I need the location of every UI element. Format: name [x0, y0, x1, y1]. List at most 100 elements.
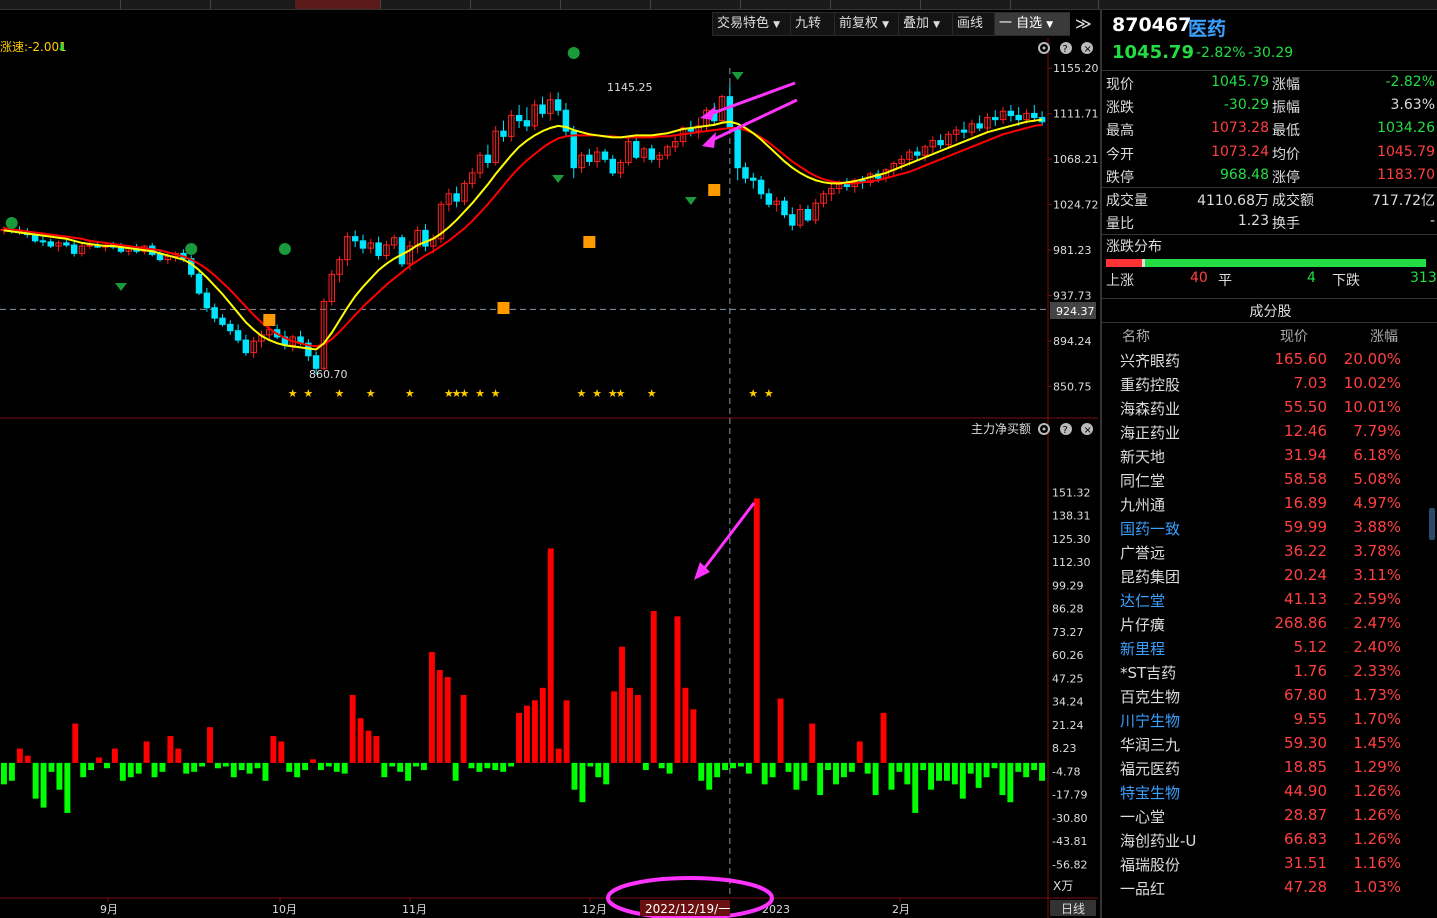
window-tab[interactable] [650, 0, 741, 9]
constituent-change: 20.00% [1343, 350, 1401, 368]
constituent-row[interactable]: 福元医药 18.85 1.29% [1102, 756, 1437, 780]
trade-feature-button[interactable]: 交易特色 ▼ [712, 12, 792, 36]
net-buy-bar [428, 652, 435, 763]
constituent-row[interactable]: 一心堂 28.87 1.26% [1102, 804, 1437, 828]
quote-row: 今开 1073.24 均价 1045.79 [1102, 142, 1437, 165]
buy-signal-icon [708, 184, 721, 196]
kline-chart[interactable]: 1155.20 1111.71 1068.21 1024.72 981.23 937.73… [0, 38, 1098, 918]
net-buy-bar [650, 610, 657, 763]
constituent-row[interactable]: 海正药业 12.46 7.79% [1102, 420, 1437, 444]
constituent-price: 5.12 [1293, 638, 1327, 656]
constituent-row[interactable]: 新天地 31.94 6.18% [1102, 444, 1437, 468]
constituent-row[interactable]: 同仁堂 58.58 5.08% [1102, 468, 1437, 492]
net-buy-tick-label: 73.27 [1052, 626, 1084, 639]
window-tab[interactable] [470, 0, 561, 9]
close-icon[interactable]: × [1081, 423, 1093, 436]
constituent-name: 特宝生物 [1120, 784, 1181, 802]
window-tab[interactable] [120, 0, 211, 9]
net-buy-bar [460, 694, 467, 763]
star-icon: ★ [303, 387, 313, 400]
window-tab[interactable] [0, 0, 121, 9]
net-buy-bar [539, 687, 546, 763]
constituent-row[interactable]: 九州通 16.89 4.97% [1102, 492, 1437, 516]
expand-panel-icon[interactable]: ≫ [1070, 12, 1100, 36]
window-tab[interactable] [1010, 0, 1099, 9]
price-tick-label: 937.73 [1053, 289, 1092, 302]
net-buy-tick-label: 151.32 [1052, 486, 1091, 499]
quote-value: 968.48 [1220, 166, 1269, 183]
net-buy-bar [825, 762, 832, 771]
col-change-header[interactable]: 涨幅 [1370, 326, 1398, 346]
watchlist-button[interactable]: 一 自选 ▼ [994, 12, 1074, 36]
breadth-down-label: 下跌 [1332, 273, 1360, 289]
constituent-row[interactable]: 福瑞股份 31.51 1.16% [1102, 852, 1437, 876]
draw-line-button[interactable]: 画线 [952, 12, 998, 36]
constituent-row[interactable]: 昆药集团 20.24 3.11% [1102, 564, 1437, 588]
constituent-row[interactable]: 华润三九 59.30 1.45% [1102, 732, 1437, 756]
constituent-change: 1.26% [1353, 830, 1401, 848]
constituent-row[interactable]: 百克生物 67.80 1.73% [1102, 684, 1437, 708]
net-buy-tick-label: 138.31 [1052, 510, 1091, 523]
window-tab[interactable] [210, 0, 296, 9]
candle-body [913, 151, 921, 156]
scrollbar-thumb[interactable] [1429, 508, 1435, 540]
window-tab-active[interactable] [295, 0, 381, 9]
col-price-header[interactable]: 现价 [1280, 326, 1308, 346]
x-axis-label: 12月 [582, 903, 607, 916]
candle-body [609, 158, 617, 174]
constituent-change: 3.11% [1353, 566, 1401, 584]
candle-body [515, 114, 523, 122]
overlay-button[interactable]: 叠加 ▼ [898, 12, 954, 36]
constituent-row[interactable]: 海创药业-U 66.83 1.26% [1102, 828, 1437, 852]
constituent-row[interactable]: 广誉远 36.22 3.78% [1102, 540, 1437, 564]
quote-row: 现价 1045.79 涨幅 -2.82% [1102, 72, 1437, 95]
net-buy-tick-label: -43.81 [1052, 835, 1087, 848]
net-buy-bar [642, 762, 649, 771]
col-name-header[interactable]: 名称 [1122, 326, 1150, 346]
constituent-name: 昆药集团 [1120, 568, 1181, 586]
quote-label: 涨幅 [1272, 77, 1300, 93]
window-tab[interactable] [830, 0, 921, 9]
window-tab[interactable] [920, 0, 1011, 9]
dropdown-icon: ▼ [773, 20, 781, 30]
net-buy-bar [16, 748, 23, 763]
star-icon: ★ [764, 387, 774, 400]
constituent-row[interactable]: 一品红 47.28 1.03% [1102, 876, 1437, 900]
constituent-row[interactable]: 兴齐眼药 165.60 20.00% [1102, 348, 1437, 372]
window-tab[interactable] [380, 0, 471, 9]
price-tick-label: 1111.71 [1053, 108, 1098, 121]
constituent-row[interactable]: 特宝生物 44.90 1.26% [1102, 780, 1437, 804]
candle-body [992, 117, 999, 121]
window-tab[interactable] [740, 0, 831, 9]
quote-label: 跌停 [1106, 169, 1134, 186]
constituent-row[interactable]: 达仁堂 41.13 2.59% [1102, 588, 1437, 612]
constituent-row[interactable]: 片仔癀 268.86 2.47% [1102, 612, 1437, 636]
constituent-change: 2.33% [1353, 662, 1401, 680]
constituent-name: 新里程 [1120, 640, 1166, 658]
quote-value: 1183.70 [1377, 166, 1435, 183]
close-icon[interactable]: × [1081, 42, 1093, 55]
constituent-row[interactable]: 新里程 5.12 2.40% [1102, 636, 1437, 660]
constituent-name: *ST吉药 [1120, 664, 1177, 682]
stock-name[interactable]: 医药 [1188, 14, 1226, 41]
x-axis-label: 10月 [272, 903, 297, 916]
net-buy-bar [1007, 762, 1014, 803]
change-amount: -30.29 [1248, 45, 1294, 61]
net-buy-bar [508, 762, 515, 767]
constituent-row[interactable]: *ST吉药 1.76 2.33% [1102, 660, 1437, 684]
window-tab[interactable] [560, 0, 651, 9]
constituent-row[interactable]: 国药一致 59.99 3.88% [1102, 516, 1437, 540]
candle-body [484, 154, 492, 163]
constituent-row[interactable]: 重药控股 7.03 10.02% [1102, 372, 1437, 396]
constituent-row[interactable]: 川宁生物 9.55 1.70% [1102, 708, 1437, 732]
candle-body [203, 292, 211, 309]
adjust-button[interactable]: 前复权 ▼ [834, 12, 900, 36]
star-icon: ★ [577, 387, 587, 400]
net-buy-bar [571, 762, 578, 790]
net-buy-bar [1, 762, 7, 785]
nine-turn-button[interactable]: 九转 [790, 12, 836, 36]
quote-label: 成交量 [1106, 193, 1148, 209]
constituent-name: 新天地 [1120, 448, 1166, 466]
net-buy-bar [817, 762, 824, 796]
constituent-row[interactable]: 海森药业 55.50 10.01% [1102, 396, 1437, 420]
